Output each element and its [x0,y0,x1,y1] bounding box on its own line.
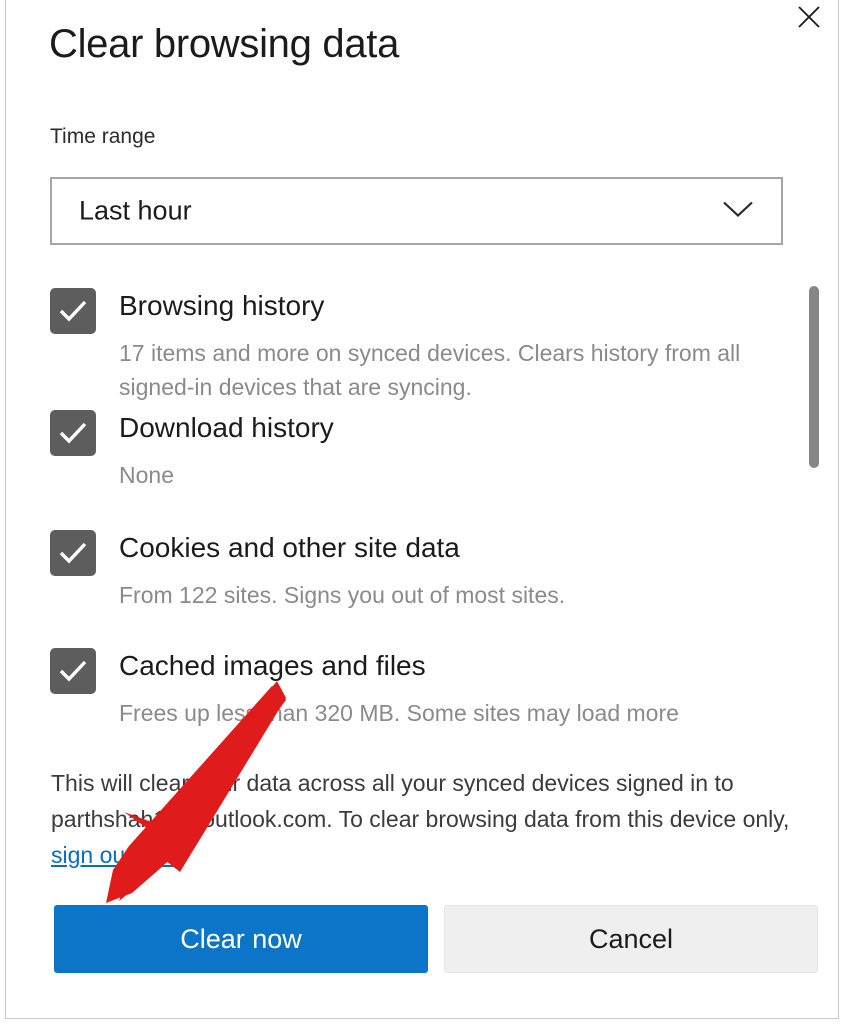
clear-browsing-data-dialog: Clear browsing data Time range Last hour… [5,0,839,1019]
checkbox-cached-images-and-files[interactable] [50,648,96,694]
option-description-download-history: None [119,462,174,488]
sync-notice-part2: 7@outlook.com. To clear browsing data fr… [166,806,790,832]
scrollbar-thumb[interactable] [809,286,819,468]
time-range-dropdown[interactable]: Last hour [50,177,783,245]
chevron-down-icon [721,199,755,224]
clear-options-list: Browsing history 17 items and more on sy… [50,278,820,743]
sign-out-first-link[interactable]: sign out first [51,842,175,868]
option-label-cached-images-and-files: Cached images and files [119,650,426,681]
time-range-label: Time range [50,125,156,148]
time-range-selected-value: Last hour [79,195,192,226]
checkbox-download-history[interactable] [50,410,96,456]
vertical-scrollbar[interactable] [806,278,822,493]
option-label-cookies-and-site-data: Cookies and other site data [119,532,460,563]
option-label-download-history: Download history [119,412,334,443]
clear-now-button[interactable]: Clear now [54,905,428,973]
option-description-cached-images-and-files: Frees up less than 320 MB. Some sites ma… [119,700,679,726]
option-description-browsing-history: 17 items and more on synced devices. Cle… [119,340,741,400]
page-title: Clear browsing data [49,22,400,66]
checkbox-cookies-and-site-data[interactable] [50,530,96,576]
sync-notice-end: . [175,842,182,868]
checkbox-browsing-history[interactable] [50,288,96,334]
cancel-button[interactable]: Cancel [444,905,818,973]
option-label-browsing-history: Browsing history [119,290,325,321]
close-icon[interactable] [786,0,832,34]
sync-notice: This will clear your data across all you… [51,765,811,873]
option-description-cookies-and-site-data: From 122 sites. Signs you out of most si… [119,582,566,608]
